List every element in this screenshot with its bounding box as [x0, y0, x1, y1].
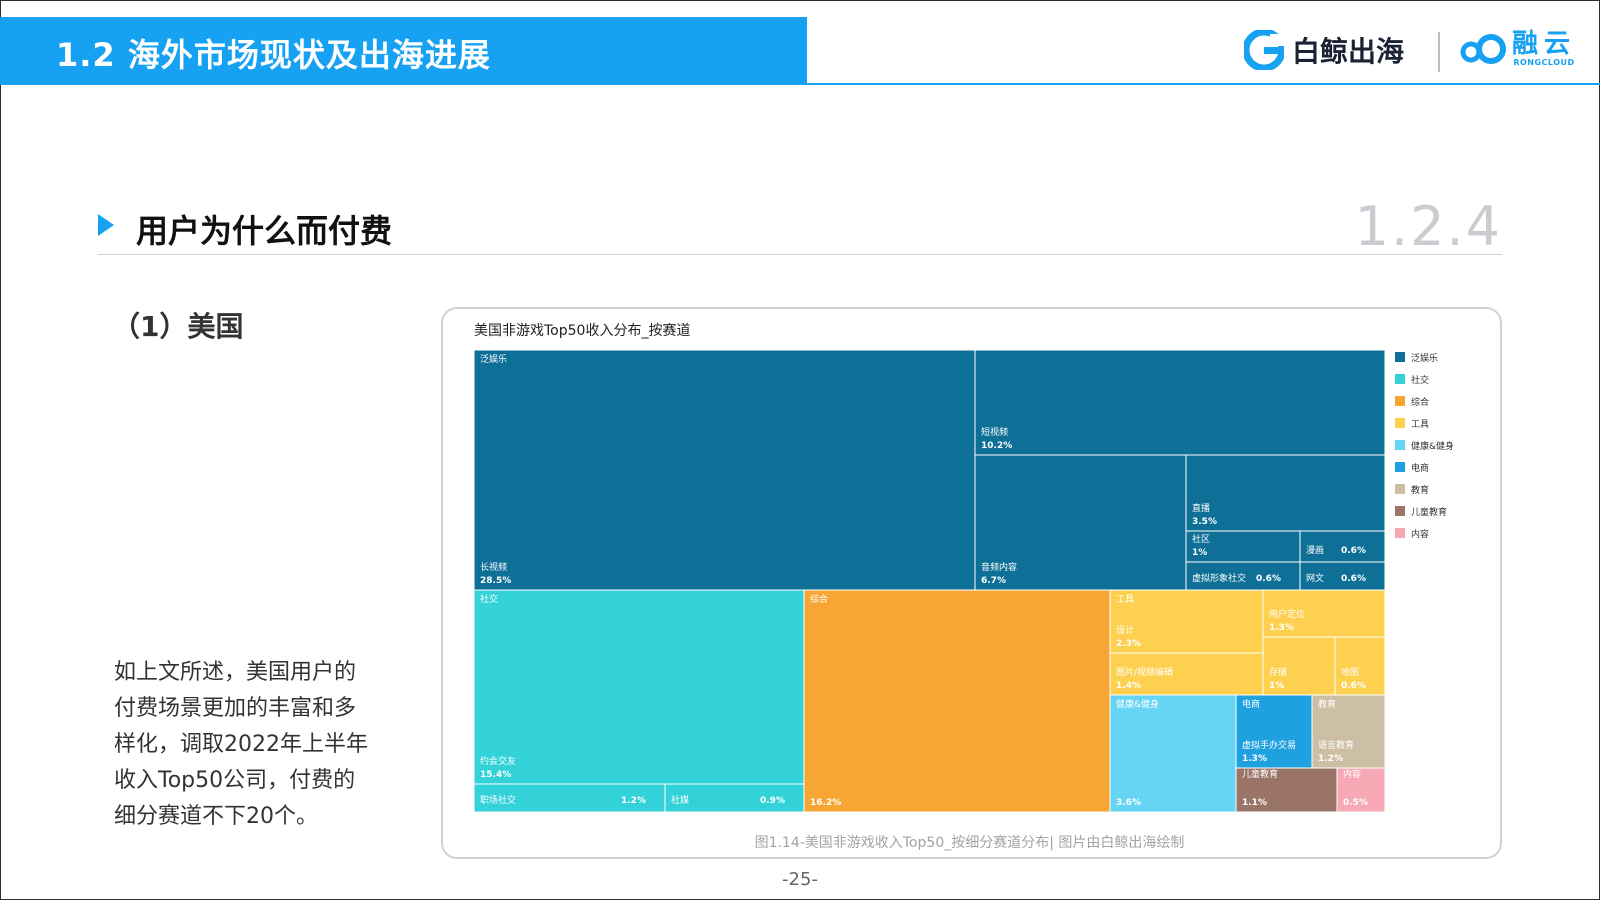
page-number: -25- [782, 869, 818, 890]
header-title: 1.2 海外市场现状及出海进展 [56, 36, 491, 74]
subtitle: （1）美国 [112, 310, 244, 343]
brand-rongcloud: 融云 RONGCLOUD [1458, 30, 1576, 67]
chart-container [441, 307, 1502, 859]
chart-title: 美国非游戏Top50收入分布_按赛道 [474, 323, 691, 339]
brand1-text: 白鲸出海 [1292, 35, 1405, 68]
baijing-logo-icon [1244, 30, 1284, 70]
section-arrow-icon [98, 214, 114, 236]
brand2-cn: 融云 [1512, 29, 1577, 59]
section-divider [98, 254, 1502, 255]
body-text: 如上文所述，美国用户的付费场景更加的丰富和多样化，调取2022年上半年收入Top… [114, 660, 368, 829]
figure-caption: 图1.14-美国非游戏收入Top50_按细分赛道分布| 图片由白鲸出海绘制 [754, 835, 1185, 851]
brand2-en: RONGCLOUD [1513, 58, 1575, 67]
section-number: 1.2.4 [1354, 195, 1502, 258]
rongcloud-logo-icon [1460, 33, 1506, 64]
brand-baijing: 白鲸出海 [1244, 30, 1404, 70]
brand-separator [1438, 32, 1440, 72]
header-line [807, 83, 1600, 85]
section-title: 用户为什么而付费 [136, 212, 393, 250]
